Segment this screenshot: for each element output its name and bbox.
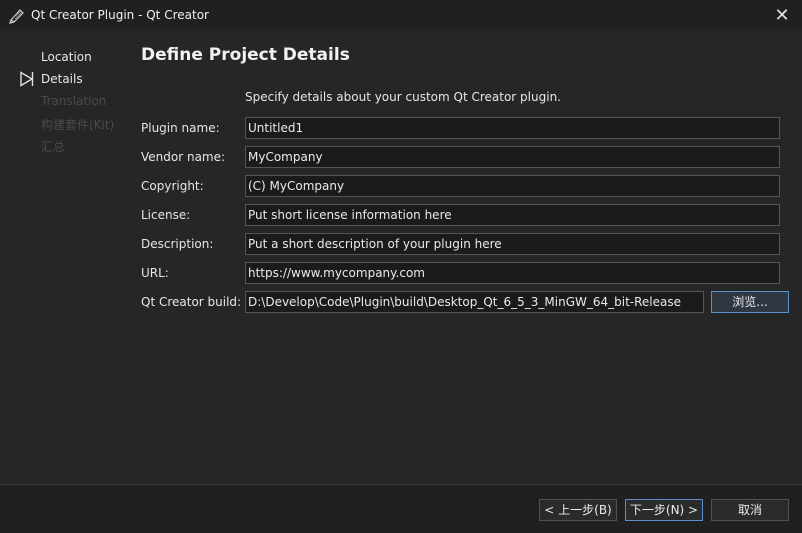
step-summary: 汇总 xyxy=(41,140,66,154)
step-location: Location xyxy=(41,50,92,64)
copyright-label: Copyright: xyxy=(141,179,204,193)
close-button[interactable]: ✕ xyxy=(762,0,802,31)
wizard-steps-sidebar: Location Details Translation 构建套件(Kit) 汇… xyxy=(0,31,130,484)
pencil-icon xyxy=(9,9,24,24)
url-field[interactable]: https://www.mycompany.com xyxy=(245,262,780,284)
license-field[interactable]: Put short license information here xyxy=(245,204,780,226)
wizard-body: Location Details Translation 构建套件(Kit) 汇… xyxy=(0,31,802,484)
next-button[interactable]: 下一步(N) > xyxy=(625,499,703,521)
plugin-name-label: Plugin name: xyxy=(141,121,220,135)
vendor-name-field[interactable]: MyCompany xyxy=(245,146,780,168)
description-label: Description: xyxy=(141,237,214,251)
browse-button[interactable]: 浏览... xyxy=(711,291,789,313)
window-title: Qt Creator Plugin - Qt Creator xyxy=(31,8,209,22)
step-details: Details xyxy=(41,72,83,86)
copyright-field[interactable]: (C) MyCompany xyxy=(245,175,780,197)
vendor-name-label: Vendor name: xyxy=(141,150,226,164)
plugin-name-field[interactable]: Untitled1 xyxy=(245,117,780,139)
step-translation: Translation xyxy=(41,94,107,108)
url-label: URL: xyxy=(141,266,169,280)
qt-creator-build-label: Qt Creator build: xyxy=(141,295,242,309)
cancel-button[interactable]: 取消 xyxy=(711,499,789,521)
page-title: Define Project Details xyxy=(141,45,350,65)
back-button[interactable]: < 上一步(B) xyxy=(539,499,617,521)
triangle-outline-icon xyxy=(20,71,34,87)
title-bar: Qt Creator Plugin - Qt Creator ✕ xyxy=(0,0,802,32)
license-label: License: xyxy=(141,208,191,222)
qt-creator-build-field[interactable]: D:\Develop\Code\Plugin\build\Desktop_Qt_… xyxy=(245,291,704,313)
close-icon: ✕ xyxy=(774,5,790,26)
description-field[interactable]: Put a short description of your plugin h… xyxy=(245,233,780,255)
page-subtitle: Specify details about your custom Qt Cre… xyxy=(245,90,561,104)
wizard-footer: < 上一步(B) 下一步(N) > 取消 xyxy=(0,484,802,533)
step-kits: 构建套件(Kit) xyxy=(41,118,115,132)
